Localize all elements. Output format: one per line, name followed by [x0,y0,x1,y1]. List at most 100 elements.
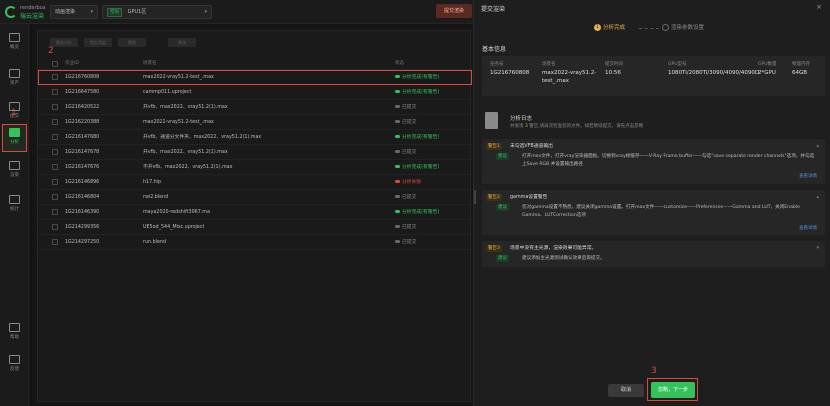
cancel-button[interactable]: 取消 [608,384,644,397]
sidebar-item-assets[interactable]: 资产 [2,66,27,94]
row-checkbox[interactable] [52,224,58,230]
job-list-panel: 重新分析 提交渲染 删除 筛选 作业ID 场景名 状态 2 1G21676080… [37,30,472,402]
sidebar-item-stats[interactable]: 统计 [2,192,27,220]
table-row[interactable]: 1G216220388 max2022-vray51.2-test_.max 已提交 [38,115,472,130]
logo-text-cn: 瑞云渲染 [20,13,45,20]
row-scene-name: 不开vfb、max2022、vray51.2(1).max [143,165,233,170]
logo-icon [5,6,17,18]
row-status: 已提交 [395,220,470,235]
info-memory: 物理内存 64GB [792,61,822,77]
row-scene-name: rwi2.blend [143,195,169,200]
row-job-id: 1G216146804 [65,195,100,200]
sidebar-item-render[interactable]: 渲染 [2,158,27,186]
table-row[interactable]: 1G216147678 开vfb、max2022、vray51.2(1).max 已… [38,145,472,160]
sidebar-item-feedback[interactable]: 反馈 [2,352,27,380]
row-job-id: 1G214297250 [65,240,100,245]
analysis-log-summary: 共发现 3 警告,请再次检查您的文件。如若继续提交，请先点击忽略 [510,123,643,129]
reanalyze-button[interactable]: 重新分析 [50,38,78,47]
row-status-text: 分析完成(有警告) [402,75,440,80]
row-job-id: 1G216147680 [65,135,100,140]
close-icon[interactable]: × [816,3,822,11]
chevron-down-icon[interactable]: ▾ [816,245,819,251]
sidebar-item-label: 资产 [10,81,19,86]
info-task-id: 任务号 1G216760808 [490,61,535,77]
chat-icon [9,355,20,364]
row-checkbox[interactable] [52,74,58,80]
sidebar-item-help[interactable]: 帮助 [2,320,27,348]
row-status: 分析失败 [395,175,470,190]
row-checkbox[interactable] [52,104,58,110]
row-checkbox[interactable] [52,89,58,95]
row-status: 分析完成(有警告) [395,160,470,175]
annotation-step-2: 2 [48,46,54,56]
scene-type-select[interactable]: 动画渲染 ▾ [50,5,98,19]
info-value: 2*GPU [758,70,776,76]
row-status-text: 已提交 [402,195,417,200]
chevron-up-icon[interactable]: ▴ [816,143,819,149]
row-checkbox[interactable] [52,179,58,185]
row-job-id: 1G216420522 [65,105,100,110]
step-indicator: 1 分析完成 渲染参数设置 [594,22,734,34]
info-key: GPU型号 [668,62,687,67]
analysis-log-header: 分析日志 共发现 3 警告,请再次检查您的文件。如若继续提交，请先点击忽略 [482,112,825,136]
dashboard-icon [9,33,20,42]
chevron-down-icon: ▾ [204,9,207,15]
column-header-status[interactable]: 状态 [395,58,470,70]
row-job-id: 1G216647580 [65,90,100,95]
table-row[interactable]: 1G216147680 开vfb、通道分文件夹、max2022、vray51.2(… [38,130,472,145]
view-details-link[interactable]: 查看详情 [799,173,817,179]
select-all-checkbox[interactable] [52,61,58,67]
info-key: 提交时间 [605,62,623,67]
table-row[interactable]: 1G216146896 h17.hip 分析失败 [38,175,472,190]
status-dot [395,240,400,243]
info-key: 场景名 [542,62,556,67]
row-status: 分析完成(有警告) [395,70,470,85]
submit-render-button[interactable]: 提交渲染 [84,38,112,47]
sidebar-item-label: 渲染 [10,173,19,178]
info-scene-name: 场景名 max2022-vray51.2-test_.max [542,61,602,85]
row-job-id: 1G214299356 [65,225,100,230]
row-status-text: 已提交 [402,105,417,110]
row-checkbox[interactable] [52,239,58,245]
render-icon [9,161,20,170]
info-submit-time: 提交时间 10:56 [605,61,640,77]
row-status: 分析完成(有警告) [395,205,470,220]
table-row[interactable]: 1G216647580 cammp011.uproject 分析完成(有警告) [38,85,472,100]
table-row[interactable]: 1G216146390 maya2020-redshift3067.ma 分析完成(… [38,205,472,220]
chevron-up-icon[interactable]: ▴ [816,194,819,200]
delete-button[interactable]: 删除 [118,38,146,47]
table-header: 作业ID 场景名 状态 [38,58,472,70]
info-value: 10:56 [605,70,621,76]
analysis-icon [9,128,20,137]
row-checkbox[interactable] [52,209,58,215]
sidebar-item-label: 统计 [10,207,19,212]
row-status-text: 分析失败 [402,180,422,185]
dialog-title: 提交渲染 [481,6,506,13]
row-checkbox[interactable] [52,134,58,140]
table-row[interactable]: 1G214297250 run.blend 已提交 [38,235,472,250]
info-key: 任务号 [490,62,504,67]
table-row[interactable]: 1G216420522 开vfb、max2022、vray51.2(1).max 已… [38,100,472,115]
panel-resize-handle[interactable] [474,190,476,204]
table-row[interactable]: 1G214299356 UE5od_544_Misc.uproject 已提交 [38,220,472,235]
view-details-link[interactable]: 查看详情 [799,225,817,231]
warning-card-2: 警告2 gamma设置警告 ▴ 建议 您对gamma设置不熟悉，建议关闭gamm… [482,190,825,235]
gpu-region-select[interactable]: 空闲 GPU1区 ▾ [102,5,212,19]
sidebar-item-analysis[interactable]: 分析 [2,124,27,152]
chevron-down-icon: ▾ [90,9,93,15]
filter-button[interactable]: 筛选 [168,38,196,47]
submit-render-top-button[interactable]: 提交渲染 [436,4,472,18]
sidebar-item-overview[interactable]: 概览 [2,30,27,58]
row-checkbox[interactable] [52,164,58,170]
table-row[interactable]: 1G216147676 不开vfb、max2022、vray51.2(1).max… [38,160,472,175]
warning-tag: 警告3 [486,245,502,252]
status-dot [395,195,400,198]
row-status-text: 分析完成(有警告) [402,135,440,140]
ignore-next-button[interactable]: 忽略，下一步 [651,382,695,398]
row-checkbox[interactable] [52,119,58,125]
row-checkbox[interactable] [52,194,58,200]
table-row[interactable]: 1G216146804 rwi2.blend 已提交 [38,190,472,205]
row-checkbox[interactable] [52,149,58,155]
table-row[interactable]: 1G216760808 max2022-vray51.2-test_.max 分析完… [38,70,472,85]
row-status-text: 分析完成(有警告) [402,90,440,95]
